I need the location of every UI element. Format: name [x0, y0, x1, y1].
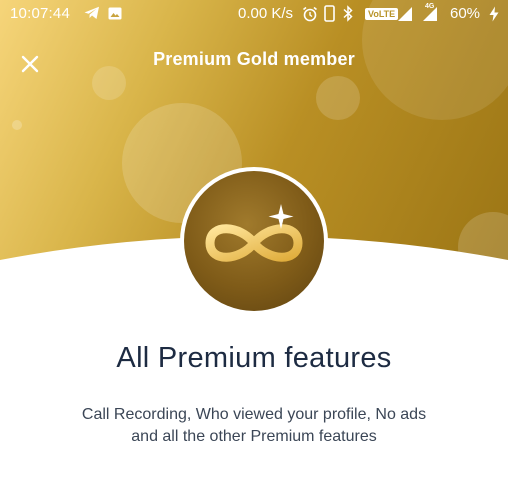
- telegram-icon: [84, 6, 100, 24]
- battery-percent: 60%: [450, 5, 481, 22]
- features-heading: All Premium features: [116, 342, 392, 374]
- alarm-icon: [302, 6, 318, 26]
- description-line: Call Recording, Who viewed your profile,…: [81, 406, 427, 423]
- signal-icon: [397, 6, 413, 26]
- premium-gold-emblem: [180, 167, 328, 315]
- bluetooth-icon: [342, 5, 354, 26]
- battery-charging-icon: [488, 6, 500, 26]
- decorative-bubble: [92, 66, 126, 100]
- status-time: 10:07:44: [10, 5, 70, 22]
- page-title: Premium Gold member: [153, 49, 355, 69]
- network-type: 4G: [425, 3, 435, 10]
- network-speed: 0.00 K/s: [238, 5, 294, 22]
- volte-badge: VoLTE: [365, 8, 399, 20]
- gallery-icon: [108, 7, 122, 24]
- features-description: Call Recording, Who viewed your profile,…: [0, 404, 508, 448]
- description-line: and all the other Premium features: [131, 428, 377, 445]
- status-bar: 10:07:44 0.00 K/s VoLTE 4G 60%: [0, 0, 508, 28]
- phone-icon: [324, 5, 335, 26]
- decorative-bubble: [316, 76, 360, 120]
- decorative-bubble: [12, 120, 22, 130]
- infinity-sparkle-icon: [205, 204, 303, 262]
